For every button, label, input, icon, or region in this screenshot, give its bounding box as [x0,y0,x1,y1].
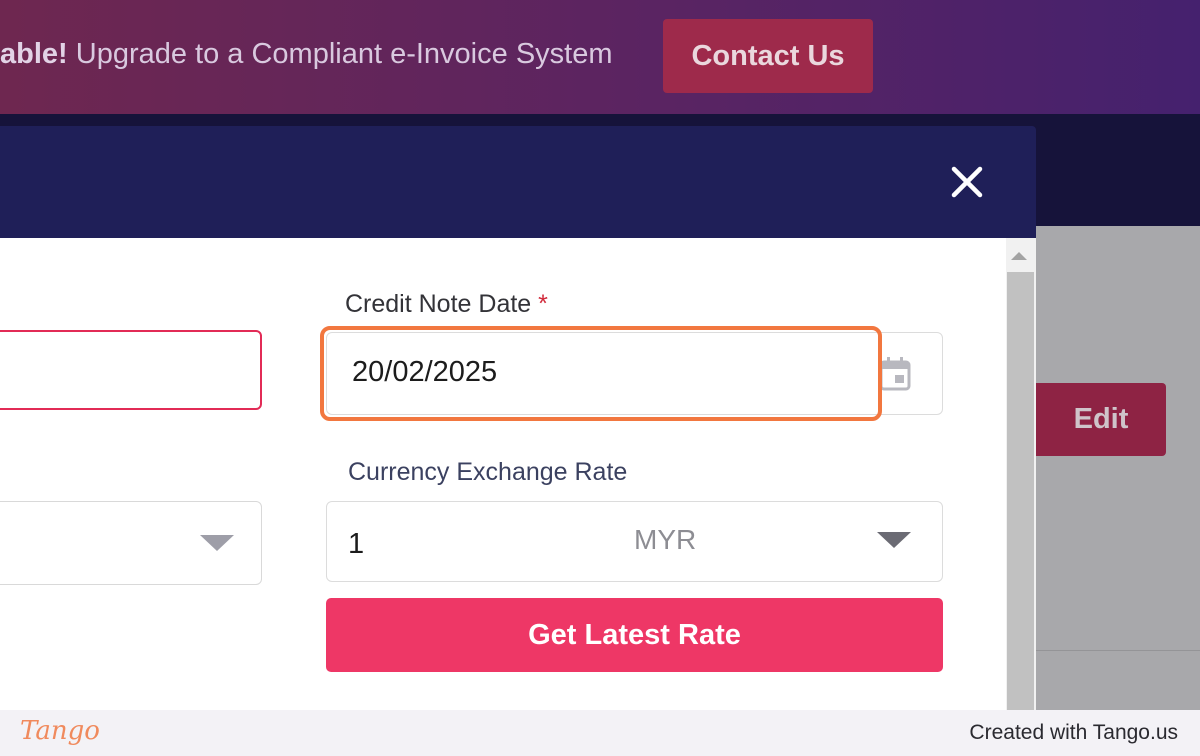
calendar-icon[interactable] [878,356,912,392]
scrollbar-thumb[interactable] [1007,272,1034,710]
created-with-credit: Created with Tango.us [969,721,1178,744]
banner-text: able! Upgrade to a Compliant e-Invoice S… [0,38,613,71]
background-divider [1036,650,1200,651]
contact-us-button[interactable]: Contact Us [663,19,873,93]
required-mark: * [538,290,548,318]
credit-note-date-label: Credit Note Date * [345,290,548,318]
promo-banner: able! Upgrade to a Compliant e-Invoice S… [0,0,1200,114]
banner-text-bold: able! [0,38,68,70]
close-icon[interactable] [944,155,990,209]
currency-label: MYR [634,524,697,555]
credit-note-number-field[interactable] [0,330,262,410]
modal-header [0,126,1036,238]
background-content [1036,226,1200,710]
exchange-rate-value[interactable]: 1 [348,528,364,561]
edit-button[interactable]: Edit [1036,383,1166,456]
currency-exchange-rate-label: Currency Exchange Rate [348,458,628,486]
chevron-down-icon[interactable] [877,532,911,548]
chevron-down-icon[interactable] [200,535,234,551]
get-latest-rate-button[interactable]: Get Latest Rate [326,598,943,672]
banner-text-rest: Upgrade to a Compliant e-Invoice System [67,38,613,70]
tango-logo: Tango [20,716,100,746]
credit-note-date-input[interactable] [352,356,852,389]
scroll-up-arrow-icon[interactable] [1011,252,1027,260]
